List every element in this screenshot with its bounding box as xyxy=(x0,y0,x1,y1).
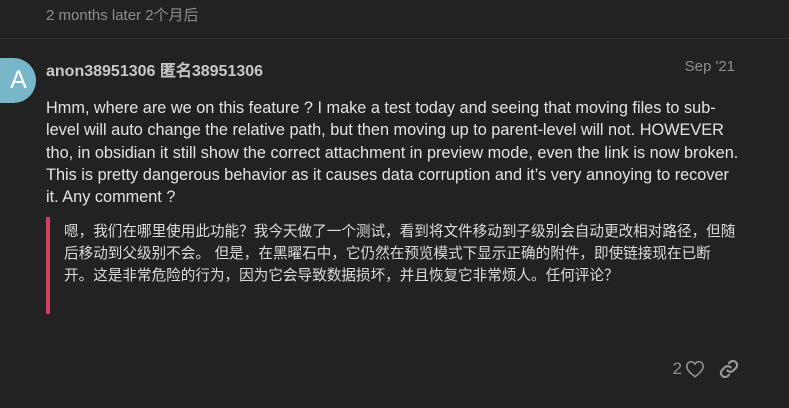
link-icon[interactable] xyxy=(719,359,739,379)
post-body: Hmm, where are we on this feature ? I ma… xyxy=(46,99,739,207)
like-button[interactable]: 2 xyxy=(673,359,705,379)
translation-quote: 嗯，我们在哪里使用此功能？我今天做了一个测试，看到将文件移动到子级别会自动更改相… xyxy=(46,217,744,314)
username[interactable]: anon38951306 匿名38951306 xyxy=(46,57,263,81)
avatar-letter: A xyxy=(10,66,27,94)
divider xyxy=(0,38,789,39)
time-gap-label: 2 months later 2个月后 xyxy=(46,7,199,24)
avatar[interactable]: A xyxy=(0,58,36,103)
like-count: 2 xyxy=(672,359,682,378)
heart-icon xyxy=(685,360,705,378)
post-actions: 2 xyxy=(673,359,739,379)
post-date[interactable]: Sep '21 xyxy=(685,58,735,75)
